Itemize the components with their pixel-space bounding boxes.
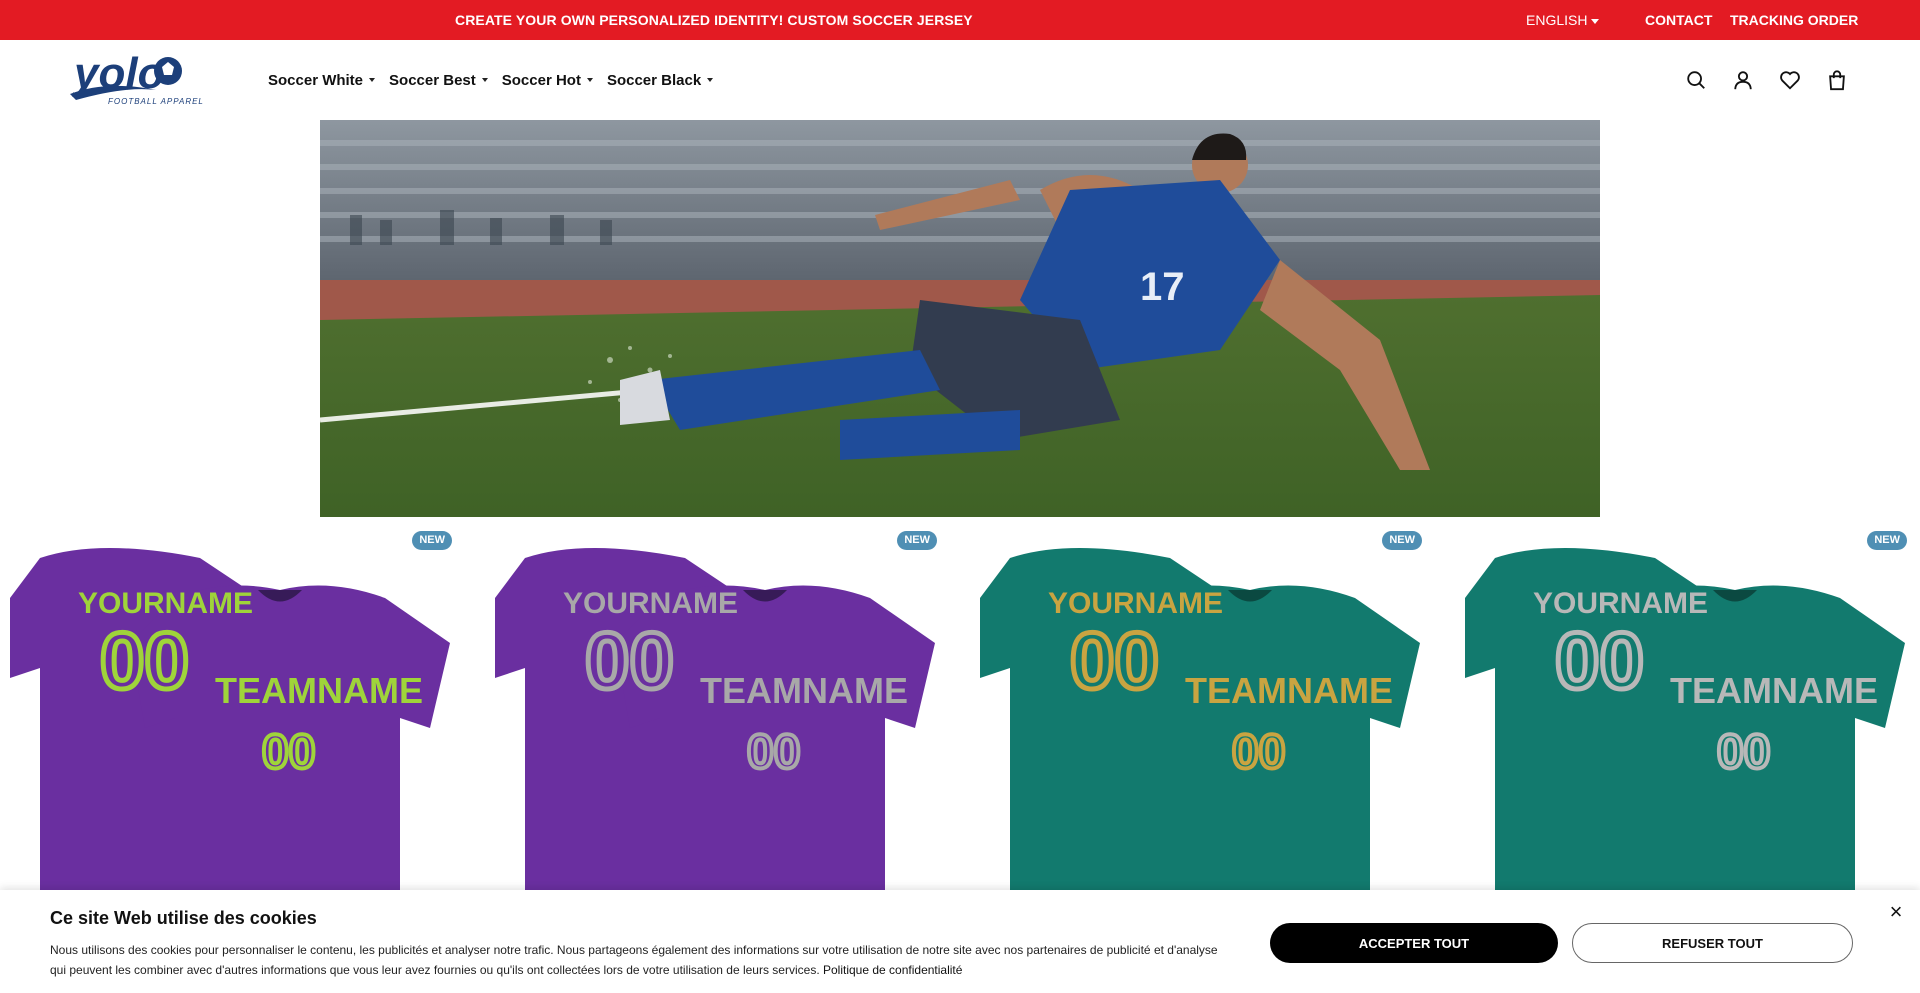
privacy-policy-link[interactable]: Politique de confidentialité (823, 963, 962, 977)
accept-all-button[interactable]: ACCEPTER TOUT (1270, 923, 1558, 963)
nav-label: Soccer Hot (501, 71, 581, 89)
main-nav: Soccer White Soccer Best Soccer Hot Socc… (268, 40, 727, 120)
cookie-text: Nous utilisons des cookies pour personna… (50, 940, 1220, 980)
jersey-image: YOURNAME 00 TEAMNAME 00 (980, 548, 1420, 908)
yolo-logo-icon: yolo FOOTBALL APPAREL (70, 49, 204, 106)
jersey-team-text: TEAMNAME (1185, 670, 1393, 711)
jersey-back-number: 00 (585, 616, 674, 705)
search-icon[interactable] (1684, 68, 1708, 92)
jersey-team-text: TEAMNAME (215, 670, 423, 711)
chevron-down-icon (481, 78, 488, 82)
announcement-bar: CREATE YOUR OWN PERSONALIZED IDENTITY! C… (0, 0, 1920, 40)
nav-item-soccer-best[interactable]: Soccer Best (389, 72, 488, 89)
header-actions (1684, 68, 1849, 92)
logo-tagline: FOOTBALL APPAREL (108, 97, 204, 106)
language-selector[interactable]: ENGLISH (1526, 0, 1600, 40)
promo-text: CREATE YOUR OWN PERSONALIZED IDENTITY! C… (455, 12, 973, 28)
chevron-down-icon (707, 78, 714, 82)
chevron-down-icon (1591, 18, 1600, 24)
jersey-team-text: TEAMNAME (700, 670, 908, 711)
nav-label: Soccer Best (389, 71, 476, 89)
contact-link[interactable]: CONTACT (1645, 0, 1712, 40)
chevron-down-icon (586, 78, 593, 82)
cart-icon[interactable] (1825, 68, 1849, 92)
jersey-image: YOURNAME 00 TEAMNAME 00 (1465, 548, 1905, 908)
new-badge: NEW (897, 531, 937, 550)
jersey-back-number: 00 (100, 616, 189, 705)
chevron-down-icon (369, 78, 376, 82)
hero-banner[interactable]: 17 (320, 120, 1600, 517)
new-badge: NEW (412, 531, 452, 550)
jersey-front-number: 00 (1717, 726, 1770, 779)
new-badge: NEW (1867, 531, 1907, 550)
jersey-front-number: 00 (747, 726, 800, 779)
cookie-banner: Ce site Web utilise des cookies Nous uti… (0, 890, 1920, 993)
jersey-team-text: TEAMNAME (1670, 670, 1878, 711)
language-label: ENGLISH (1526, 12, 1588, 28)
site-header: yolo FOOTBALL APPAREL Soccer White Socce… (0, 40, 1920, 120)
jersey-back-number: 00 (1070, 616, 1159, 705)
jersey-image: YOURNAME 00 TEAMNAME 00 (10, 548, 450, 908)
wishlist-icon[interactable] (1778, 68, 1802, 92)
nav-item-soccer-black[interactable]: Soccer Black (606, 71, 714, 89)
nav-label: Soccer Black (606, 71, 702, 89)
close-icon[interactable]: × (1886, 901, 1906, 923)
nav-item-soccer-hot[interactable]: Soccer Hot (502, 72, 593, 89)
cookie-title: Ce site Web utilise des cookies (50, 908, 317, 928)
nav-label: Soccer White (268, 71, 364, 89)
logo[interactable]: yolo FOOTBALL APPAREL (66, 49, 228, 110)
jersey-image: YOURNAME 00 TEAMNAME 00 (495, 548, 935, 908)
jersey-back-number: 00 (1555, 616, 1644, 705)
logo-wordmark: yolo (72, 50, 164, 98)
jersey-front-number: 00 (262, 726, 315, 779)
hero-jersey-number: 17 (1140, 265, 1185, 309)
cookie-description: Nous utilisons des cookies pour personna… (50, 943, 1218, 977)
nav-item-soccer-white[interactable]: Soccer White (268, 71, 376, 89)
soccer-player-sliding-image: 17 (320, 120, 1600, 517)
refuse-all-button[interactable]: REFUSER TOUT (1572, 923, 1853, 963)
jersey-front-number: 00 (1232, 726, 1285, 779)
tracking-order-link[interactable]: TRACKING ORDER (1730, 0, 1858, 40)
account-icon[interactable] (1731, 68, 1755, 92)
new-badge: NEW (1382, 531, 1422, 550)
